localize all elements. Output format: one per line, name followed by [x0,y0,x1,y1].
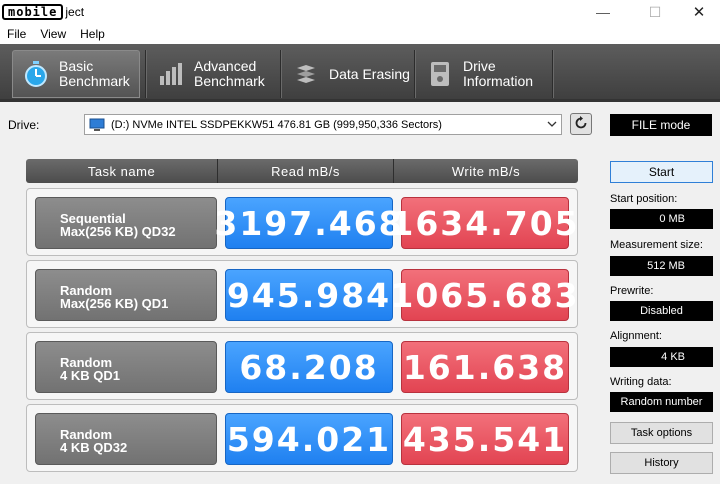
write-speed-value: 161.638 [401,341,569,393]
close-button[interactable]: ✕ [676,0,720,24]
table-row: Sequential Max(256 KB) QD32 3197.468 163… [26,188,578,256]
write-speed-value: 435.541 [401,413,569,465]
title-bar: mobile ject — ☐ ✕ [0,0,720,24]
refresh-icon [573,115,589,134]
read-speed-value: 945.984 [225,269,393,321]
write-speed-value: 1065.683 [390,269,578,321]
eraser-icon [291,59,321,89]
drive-icon [89,118,105,132]
column-header-write: Write mB/s [394,159,578,183]
table-row: Random 4 KB QD32 594.021 435.541 [26,404,578,472]
column-header-read: Read mB/s [218,159,394,183]
tab-label-line2: Benchmark [59,73,130,89]
tab-label-line1: Basic [59,58,94,74]
table-row: Random Max(256 KB) QD1 945.984 1065.683 [26,260,578,328]
chevron-down-icon[interactable] [547,119,557,129]
app-logo: mobile ject [2,3,84,21]
refresh-button[interactable] [570,113,592,135]
tab-basic-benchmark[interactable]: Basic Benchmark [12,50,140,98]
tab-advanced-benchmark[interactable]: Advanced Benchmark [148,50,276,98]
column-header-task: Task name [26,159,218,183]
start-position-field[interactable]: 0 MB [610,209,713,229]
tab-label-line1: Drive [463,58,496,74]
read-speed-value: 68.208 [225,341,393,393]
start-position-label: Start position: [610,193,678,205]
tab-label-line2: Benchmark [194,73,265,89]
drive-select-value: (D:) NVMe INTEL SSDPEKKW51 476.81 GB (99… [111,118,442,131]
writing-data-label: Writing data: [610,376,672,388]
drive-label: Drive: [8,118,40,132]
start-button[interactable]: Start [610,161,713,183]
table-row: Random 4 KB QD1 68.208 161.638 [26,332,578,400]
task-name-button[interactable]: Random Max(256 KB) QD1 [35,269,217,321]
prewrite-field[interactable]: Disabled [610,301,713,321]
tab-label-line2: Information [463,73,534,89]
alignment-field[interactable]: 4 KB [610,347,713,367]
menu-view[interactable]: View [33,27,73,41]
read-speed-value: 3197.468 [214,197,402,249]
file-mode-button[interactable]: FILE mode [610,114,712,136]
task-name-line2: Max(256 KB) QD32 [60,224,176,239]
drive-select[interactable]: (D:) NVMe INTEL SSDPEKKW51 476.81 GB (99… [84,114,562,135]
task-name-line2: Max(256 KB) QD1 [60,296,169,311]
measurement-size-label: Measurement size: [610,239,703,251]
tab-label-line1: Data Erasing [329,65,410,82]
drive-info-icon [425,59,455,89]
bar-chart-icon [156,59,186,89]
menu-help[interactable]: Help [73,27,112,41]
tab-label-line1: Advanced [194,58,257,74]
writing-data-field[interactable]: Random number [610,392,713,412]
results-table-header: Task name Read mB/s Write mB/s [26,159,578,183]
minimize-button[interactable]: — [580,0,626,24]
task-name-button[interactable]: Random 4 KB QD1 [35,341,217,393]
stopwatch-icon [21,59,51,89]
prewrite-label: Prewrite: [610,285,654,297]
task-name-button[interactable]: Sequential Max(256 KB) QD32 [35,197,217,249]
tab-bar: Basic Benchmark Advanced Benchmark Data … [0,44,720,102]
menu-bar: File View Help [0,24,720,44]
write-speed-value: 1634.705 [390,197,578,249]
logo-text: mobile [2,4,64,20]
menu-file[interactable]: File [0,27,33,41]
tab-data-erasing[interactable]: Data Erasing [283,50,411,98]
history-button[interactable]: History [610,452,713,474]
task-name-line2: 4 KB QD1 [60,368,120,383]
read-speed-value: 594.021 [225,413,393,465]
measurement-size-field[interactable]: 512 MB [610,256,713,276]
alignment-label: Alignment: [610,330,662,342]
task-name-button[interactable]: Random 4 KB QD32 [35,413,217,465]
task-name-line2: 4 KB QD32 [60,440,128,455]
tab-drive-information[interactable]: Drive Information [417,50,549,98]
maximize-button[interactable]: ☐ [632,0,678,24]
window-title-suffix: ject [65,5,85,19]
task-options-button[interactable]: Task options [610,422,713,444]
